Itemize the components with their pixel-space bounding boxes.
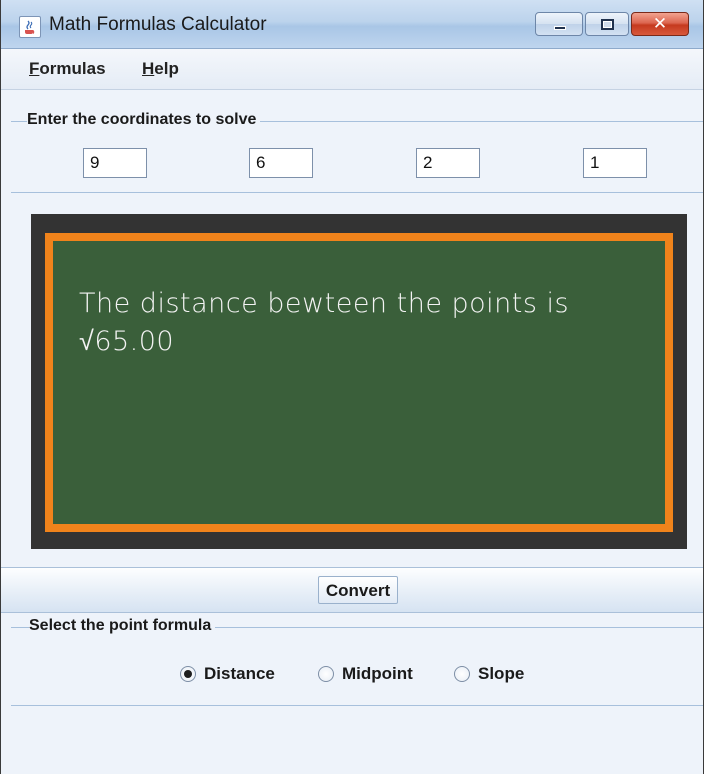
- x2-input[interactable]: [416, 148, 480, 178]
- menu-formulas[interactable]: Formulas: [29, 59, 106, 79]
- window-title: Math Formulas Calculator: [49, 14, 267, 35]
- java-coffee-icon: [19, 16, 41, 38]
- chalkboard: The distance bewteen the points is √65.0…: [53, 241, 665, 524]
- title-bar[interactable]: Math Formulas Calculator ✕: [1, 0, 703, 49]
- coordinates-group-bottom: [11, 192, 703, 193]
- menu-formulas-label: ormulas: [39, 59, 106, 78]
- menu-formulas-mnemonic: F: [29, 59, 40, 78]
- minimize-button[interactable]: [535, 12, 583, 36]
- result-text: The distance bewteen the points is √65.0…: [79, 285, 655, 361]
- radio-midpoint-label: Midpoint: [342, 664, 413, 683]
- radio-slope[interactable]: Slope: [454, 662, 524, 686]
- radio-distance-label: Distance: [204, 664, 275, 683]
- close-button[interactable]: ✕: [631, 12, 689, 36]
- app-window: Math Formulas Calculator ✕ Formulas Help…: [0, 0, 704, 774]
- radio-slope-indicator[interactable]: [454, 666, 470, 682]
- formula-group-bottom: [11, 705, 703, 706]
- convert-bar: Convert: [1, 567, 703, 613]
- radio-midpoint-indicator[interactable]: [318, 666, 334, 682]
- radio-distance[interactable]: Distance: [180, 662, 275, 686]
- radio-slope-label: Slope: [478, 664, 525, 683]
- coordinates-group-title: Enter the coordinates to solve: [27, 111, 261, 129]
- result-value: √65.00: [79, 326, 175, 357]
- x1-input[interactable]: [83, 148, 147, 178]
- radio-midpoint[interactable]: Midpoint: [318, 662, 413, 686]
- chalkboard-border: The distance bewteen the points is √65.0…: [45, 233, 673, 532]
- formula-group-title: Select the point formula: [29, 617, 216, 635]
- chalkboard-frame: The distance bewteen the points is √65.0…: [31, 214, 687, 549]
- menu-help-mnemonic: H: [142, 59, 155, 78]
- maximize-icon: [601, 19, 614, 30]
- menu-help[interactable]: Help: [142, 59, 179, 79]
- maximize-button[interactable]: [585, 12, 629, 36]
- y2-input[interactable]: [583, 148, 647, 178]
- result-line-1: The distance bewteen the points is: [79, 288, 570, 319]
- y1-input[interactable]: [249, 148, 313, 178]
- menu-help-label: elp: [154, 59, 179, 78]
- radio-distance-indicator[interactable]: [180, 666, 196, 682]
- menu-bar: Formulas Help: [1, 49, 703, 90]
- minimize-icon: [554, 26, 566, 30]
- convert-button[interactable]: Convert: [318, 576, 398, 604]
- close-icon: ✕: [652, 14, 668, 34]
